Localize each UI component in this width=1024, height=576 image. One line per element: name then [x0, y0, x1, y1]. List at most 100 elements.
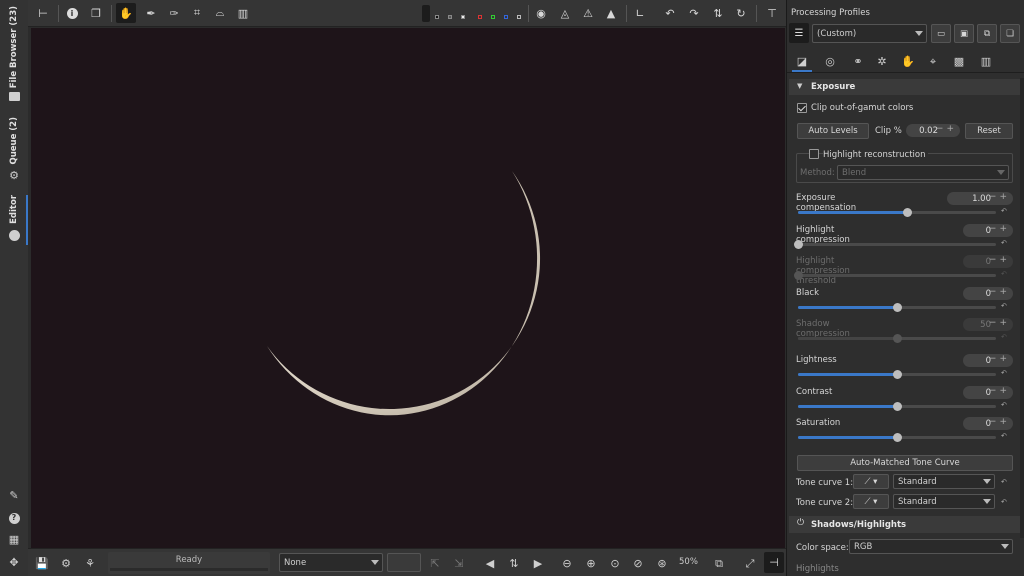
- transfer-icon[interactable]: ⇲: [452, 556, 466, 570]
- color-picker-icon[interactable]: ✎: [7, 488, 21, 502]
- flip-vertical-icon[interactable]: ⇅: [710, 5, 726, 21]
- tab-advanced-icon[interactable]: ✲: [875, 54, 889, 68]
- new-detail-window-icon[interactable]: ⧉: [712, 556, 726, 570]
- highlight-clip-warning-icon[interactable]: ▲: [603, 5, 619, 21]
- slider-handle[interactable]: [893, 334, 902, 343]
- tab-detail-icon[interactable]: ◎: [823, 54, 837, 68]
- sync-images-icon[interactable]: ⇅: [507, 556, 521, 570]
- white-balance-picker-icon[interactable]: ✒: [143, 5, 159, 21]
- copy-profile-button[interactable]: ⧉: [977, 24, 997, 43]
- image-preview[interactable]: [31, 28, 785, 548]
- slider-track[interactable]: [794, 240, 996, 249]
- panel-scrollbar[interactable]: [1020, 78, 1024, 538]
- histogram-icon[interactable]: ∟: [632, 5, 648, 21]
- slider-reset-icon[interactable]: ↶: [1001, 401, 1007, 409]
- minus-plus-icon[interactable]: −+: [989, 255, 1010, 265]
- tab-file-browser[interactable]: File Browser (23): [2, 6, 26, 102]
- zoom-fit-icon[interactable]: ⊙: [608, 556, 622, 570]
- flip-horizontal-icon[interactable]: ↻: [733, 5, 749, 21]
- preview-bg-black-icon[interactable]: [435, 15, 439, 19]
- move-icon[interactable]: ✥: [7, 555, 21, 569]
- slider-handle[interactable]: [794, 240, 803, 249]
- send-to-queue-icon[interactable]: ⚙: [59, 556, 73, 570]
- auto-levels-button[interactable]: Auto Levels: [797, 123, 869, 139]
- exposure-section-header[interactable]: ▼ Exposure: [789, 79, 1021, 95]
- method-select[interactable]: Blend: [837, 165, 1009, 180]
- paste-profile-button[interactable]: ❏: [1000, 24, 1020, 43]
- profile-select[interactable]: None: [279, 553, 383, 572]
- straighten-icon[interactable]: ⌓: [212, 5, 228, 21]
- tone-curve-1-select[interactable]: Standard: [893, 474, 995, 489]
- minus-plus-icon[interactable]: −+: [989, 192, 1010, 202]
- slider-handle[interactable]: [893, 402, 902, 411]
- info-icon[interactable]: i: [64, 5, 80, 21]
- minus-plus-icon[interactable]: −+: [989, 224, 1010, 234]
- tab-exposure-icon[interactable]: ◪: [795, 54, 809, 68]
- slider-track[interactable]: [798, 370, 996, 379]
- preview-red-icon[interactable]: [478, 15, 482, 19]
- fullscreen-icon[interactable]: ⤢: [743, 556, 757, 570]
- false-color-icon[interactable]: ◬: [557, 5, 573, 21]
- zoom-fit-crop-icon[interactable]: ⊘: [631, 556, 645, 570]
- qrcode-icon[interactable]: ▦: [7, 532, 21, 546]
- hide-panel-left-icon[interactable]: ⊢: [35, 5, 51, 21]
- before-after-icon[interactable]: ❐: [88, 5, 104, 21]
- help-icon[interactable]: ?: [7, 511, 21, 525]
- zoom-out-icon[interactable]: ⊖: [560, 556, 574, 570]
- slider-value-spinner[interactable]: 1.00 −+: [947, 192, 1013, 205]
- tone-curve-1-reset-icon[interactable]: ↶: [1001, 478, 1007, 486]
- slider-value-spinner[interactable]: 0 −+: [963, 255, 1013, 268]
- minus-plus-icon[interactable]: −+: [989, 354, 1010, 364]
- slider-track[interactable]: [794, 271, 996, 280]
- slider-track[interactable]: [798, 334, 996, 343]
- tab-local-adjust-icon[interactable]: ✋: [901, 54, 915, 68]
- slider-handle[interactable]: [893, 370, 902, 379]
- focus-mask-icon[interactable]: ◉: [533, 5, 549, 21]
- minus-plus-icon[interactable]: −+: [989, 287, 1010, 297]
- send-to-editor-icon[interactable]: ⚘: [83, 556, 97, 570]
- tone-curve-2-type-button[interactable]: ⟋ ▾: [853, 494, 889, 509]
- tab-raw-icon[interactable]: ▩: [952, 54, 966, 68]
- slider-handle[interactable]: [893, 303, 902, 312]
- perspective-icon[interactable]: ▥: [235, 5, 251, 21]
- clip-percent-spinner[interactable]: 0.02 −+: [906, 124, 960, 137]
- save-profile-button[interactable]: ▣: [954, 24, 974, 43]
- open-profile-button[interactable]: ▭: [931, 24, 951, 43]
- shadow-clip-warning-icon[interactable]: ⚠: [580, 5, 596, 21]
- slider-value-spinner[interactable]: 0 −+: [963, 386, 1013, 399]
- preview-channel-selector[interactable]: [422, 5, 430, 22]
- slider-handle[interactable]: [893, 433, 902, 442]
- tab-color-icon[interactable]: ⚭: [851, 54, 865, 68]
- slider-handle[interactable]: [794, 271, 803, 280]
- tone-curve-2-reset-icon[interactable]: ↶: [1001, 498, 1007, 506]
- color-space-select[interactable]: RGB: [849, 539, 1013, 554]
- preview-blue-icon[interactable]: [504, 15, 508, 19]
- reset-button[interactable]: Reset: [965, 123, 1013, 139]
- slider-value-spinner[interactable]: 0 −+: [963, 224, 1013, 237]
- preview-bg-white-icon[interactable]: [461, 15, 465, 19]
- slider-value-spinner[interactable]: 0 −+: [963, 287, 1013, 300]
- slider-handle[interactable]: [902, 208, 912, 217]
- slider-reset-icon[interactable]: ↶: [1001, 270, 1007, 278]
- tab-queue[interactable]: Queue (2) ⚙: [2, 117, 26, 182]
- slider-track[interactable]: [798, 433, 996, 442]
- minus-plus-icon[interactable]: −+: [989, 417, 1010, 427]
- tab-editor[interactable]: Editor: [2, 195, 26, 241]
- clip-gamut-checkbox[interactable]: [797, 103, 807, 113]
- slider-track[interactable]: [798, 402, 996, 411]
- color-picker-tool-icon[interactable]: ✑: [166, 5, 182, 21]
- tone-curve-2-select[interactable]: Standard: [893, 494, 995, 509]
- navigator-icon[interactable]: ⇱: [428, 556, 442, 570]
- slider-reset-icon[interactable]: ↶: [1001, 369, 1007, 377]
- profile-list-icon[interactable]: ☰: [789, 23, 809, 43]
- minus-plus-icon[interactable]: −+: [989, 318, 1010, 328]
- preview-green-icon[interactable]: [491, 15, 495, 19]
- slider-track[interactable]: [798, 303, 996, 312]
- tab-transform-icon[interactable]: ⌖: [926, 54, 940, 68]
- crop-icon[interactable]: ⌗: [189, 5, 205, 21]
- slider-value-spinner[interactable]: 0 −+: [963, 417, 1013, 430]
- hide-panel-right-icon[interactable]: ⊣: [764, 552, 784, 573]
- tone-curve-1-type-button[interactable]: ⟋ ▾: [853, 474, 889, 489]
- auto-matched-tone-curve-button[interactable]: Auto-Matched Tone Curve: [797, 455, 1013, 471]
- slider-value-spinner[interactable]: 50 −+: [963, 318, 1013, 331]
